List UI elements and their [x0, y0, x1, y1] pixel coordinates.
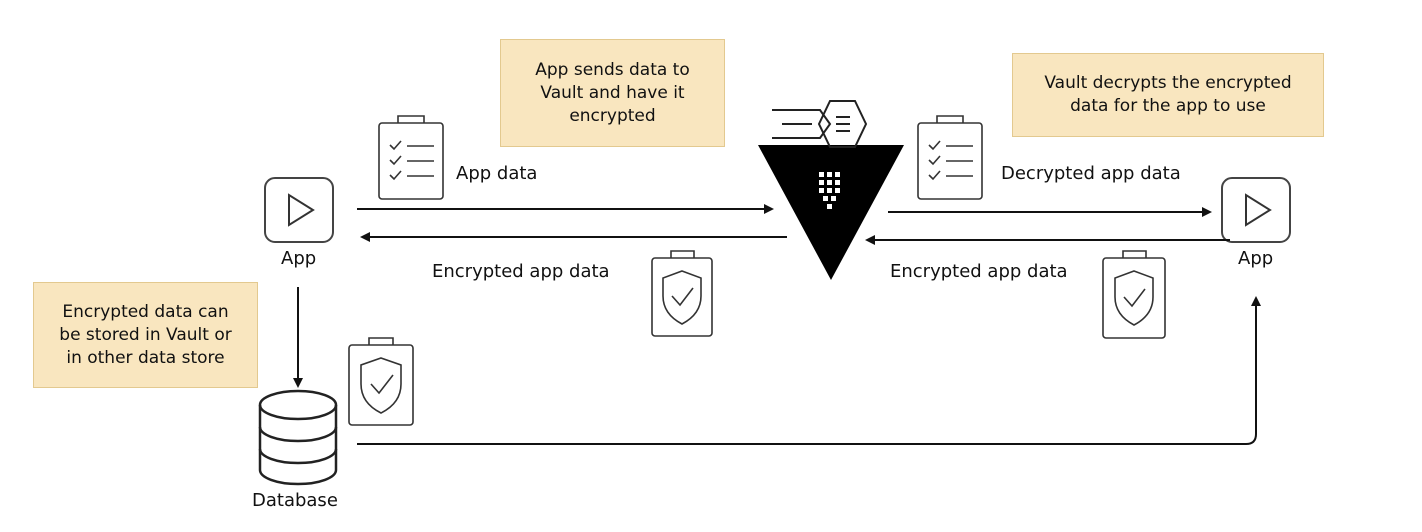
clipboard-checklist-icon: [378, 115, 444, 200]
encrypted-left-label: Encrypted app data: [432, 261, 610, 282]
arrow-database-to-right-app: [357, 296, 1261, 445]
encrypted-right-label: Encrypted app data: [890, 261, 1068, 282]
note-encrypt: App sends data to Vault and have it encr…: [500, 39, 725, 147]
note-store-text: Encrypted data can be stored in Vault or…: [59, 301, 232, 368]
database-label: Database: [252, 490, 338, 511]
database-icon: [258, 389, 338, 486]
app-right-icon: [1221, 177, 1291, 243]
clipboard-checklist-icon: [917, 115, 983, 200]
clipboard-shield-icon: [348, 337, 414, 426]
vault-logo-icon: [758, 145, 904, 280]
note-decrypt-text: Vault decrypts the encrypted data for th…: [1044, 73, 1292, 116]
decrypted-label: Decrypted app data: [1001, 163, 1181, 184]
app-left-icon: [264, 177, 334, 243]
vault-encryption-diagram: App sends data to Vault and have it encr…: [0, 0, 1422, 532]
clipboard-shield-icon: [651, 250, 713, 337]
note-store: Encrypted data can be stored in Vault or…: [33, 282, 258, 388]
app-data-label: App data: [456, 163, 538, 184]
play-icon: [288, 193, 315, 227]
play-icon: [1245, 193, 1272, 227]
key-icon: [772, 100, 868, 148]
note-encrypt-text: App sends data to Vault and have it encr…: [535, 59, 690, 126]
app-left-label: App: [281, 248, 317, 269]
note-decrypt: Vault decrypts the encrypted data for th…: [1012, 53, 1324, 137]
app-right-label: App: [1238, 248, 1274, 269]
clipboard-shield-icon: [1102, 250, 1166, 339]
